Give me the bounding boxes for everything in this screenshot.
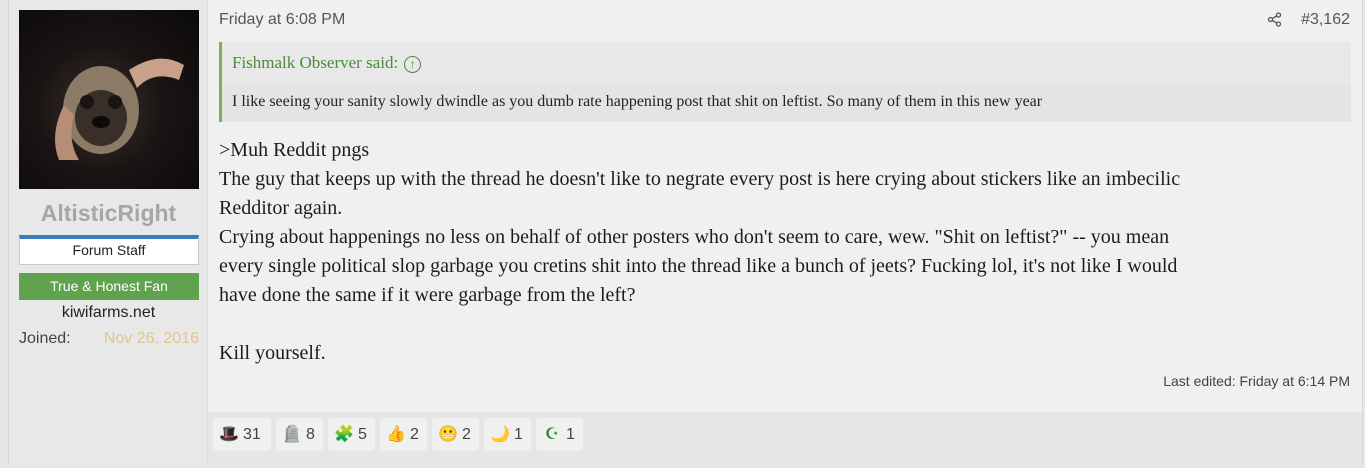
user-site: kiwifarms.net: [61, 304, 156, 321]
message-line: Redditor again.: [219, 197, 343, 219]
quote-header[interactable]: Fishmalk Observer said: ↑: [222, 42, 1351, 84]
joined-label: Joined:: [19, 330, 71, 347]
quote-author[interactable]: Fishmalk Observer said:: [232, 53, 398, 72]
puzzle-icon: 🧩: [334, 426, 354, 443]
moon-icon: 🌙: [490, 426, 510, 443]
post-number[interactable]: #3,162: [1301, 11, 1350, 29]
reaction-top-hat[interactable]: 🎩 31: [213, 418, 271, 451]
message-body: >Muh Reddit pngs The guy that keeps up w…: [219, 136, 1349, 368]
reaction-star-crescent[interactable]: ☪ 1: [536, 418, 583, 451]
reaction-count: 8: [306, 426, 315, 443]
quote-text: I like seeing your sanity slowly dwindle…: [232, 93, 1043, 110]
reaction-count: 1: [514, 426, 523, 443]
message-line: have done the same if it were garbage fr…: [219, 284, 636, 306]
user-column: AltisticRight Forum Staff True & Honest …: [9, 0, 208, 465]
post-date[interactable]: Friday at 6:08 PM: [219, 11, 345, 29]
share-icon[interactable]: [1267, 12, 1282, 32]
reaction-thumbs-up[interactable]: 👍 2: [380, 418, 427, 451]
top-hat-icon: 🎩: [219, 426, 239, 443]
post: AltisticRight Forum Staff True & Honest …: [8, 0, 1363, 465]
thumbs-up-icon: 👍: [386, 426, 406, 443]
joined-date: Nov 26, 2016: [103, 330, 199, 347]
reaction-face[interactable]: 😬 2: [432, 418, 479, 451]
reaction-count: 5: [358, 426, 367, 443]
username[interactable]: AltisticRight: [9, 200, 208, 227]
reactions-bar: 🎩 31 🪦 8 🧩 5 👍 2 😬 2 🌙 1 ☪ 1: [208, 412, 1362, 465]
reaction-count: 1: [566, 426, 575, 443]
arrow-up-icon[interactable]: ↑: [404, 55, 422, 73]
last-edited: Last edited: Friday at 6:14 PM: [1163, 373, 1350, 389]
joined-row: Joined: Nov 26, 2016: [19, 330, 199, 348]
banner-forum-staff: Forum Staff: [19, 235, 199, 265]
message-line: every single political slop garbage you …: [219, 255, 1178, 277]
reaction-count: 2: [410, 426, 419, 443]
post-main: Friday at 6:08 PM #3,162 Fishmalk Observ…: [208, 0, 1362, 465]
reaction-count: 2: [462, 426, 471, 443]
reaction-puzzle[interactable]: 🧩 5: [328, 418, 375, 451]
reaction-moon[interactable]: 🌙 1: [484, 418, 531, 451]
avatar[interactable]: [19, 10, 199, 189]
reaction-tombstone[interactable]: 🪦 8: [276, 418, 323, 451]
message-line: Crying about happenings no less on behal…: [219, 226, 1170, 248]
message-line: Kill yourself.: [219, 342, 326, 364]
reaction-count: 31: [243, 426, 261, 443]
quote-block: Fishmalk Observer said: ↑ I like seeing y…: [219, 42, 1351, 122]
message-line: The guy that keeps up with the thread he…: [219, 168, 1181, 190]
face-icon: 😬: [438, 426, 458, 443]
banner-true-honest-fan: True & Honest Fan: [19, 273, 199, 300]
tombstone-icon: 🪦: [282, 426, 302, 443]
star-crescent-icon: ☪: [544, 426, 560, 443]
message-line: >Muh Reddit pngs: [219, 139, 370, 161]
